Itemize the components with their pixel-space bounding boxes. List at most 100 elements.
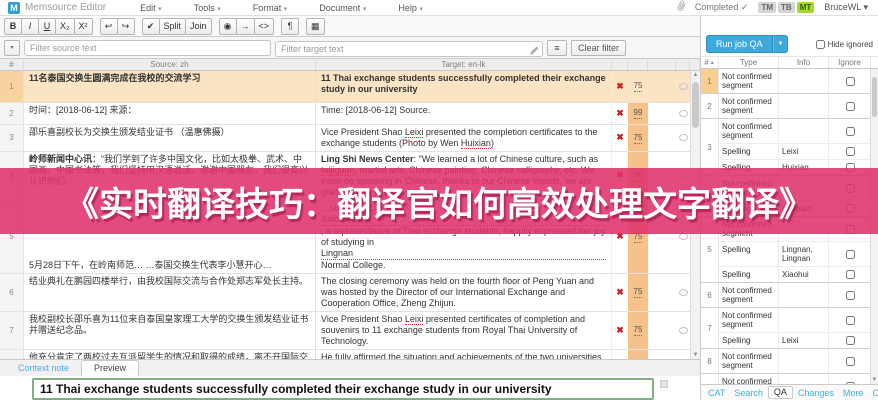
reject-icon[interactable]: ✖ bbox=[616, 108, 624, 119]
ignore-checkbox[interactable] bbox=[845, 290, 855, 300]
source-cell[interactable]: 结业典礼在鹏园四楼举行，由我校国际交流与合作处郑志军处长主持。 bbox=[24, 273, 316, 311]
target-cell[interactable]: 11 Thai exchange students successfully c… bbox=[316, 70, 612, 102]
qa-item[interactable]: Not confirmed segment bbox=[719, 69, 878, 93]
qa-item[interactable]: Not confirmed segment bbox=[719, 308, 878, 333]
tb-badge[interactable]: TB bbox=[778, 2, 795, 13]
qa-type-header[interactable]: Type bbox=[719, 57, 779, 68]
ignore-checkbox[interactable] bbox=[845, 356, 855, 366]
qa-item[interactable]: Not confirmed segment bbox=[719, 283, 878, 307]
hide-ignored-checkbox[interactable] bbox=[815, 39, 825, 49]
ignore-checkbox[interactable] bbox=[845, 315, 855, 325]
qa-item[interactable]: Spelling Leixi bbox=[719, 144, 878, 160]
hide-ignored-toggle[interactable]: Hide ignored bbox=[815, 39, 873, 49]
side-tab-more[interactable]: More bbox=[839, 387, 868, 399]
scroll-down-icon[interactable]: ▼ bbox=[871, 377, 878, 383]
ignore-checkbox[interactable] bbox=[845, 270, 855, 279]
source-cell[interactable]: 他充分肯定了两校过去互派留学生的情况和取得的成绩，离不开国际交流与合作处在搭建两… bbox=[24, 349, 316, 360]
user-menu[interactable]: BruceWL ▾ bbox=[824, 2, 868, 13]
menu-tools[interactable]: Tools ▾ bbox=[194, 3, 221, 13]
comment-icon[interactable] bbox=[678, 134, 688, 141]
tm-badge[interactable]: TM bbox=[758, 2, 777, 13]
split-button[interactable]: Split bbox=[158, 17, 187, 35]
bold-button[interactable]: B bbox=[4, 17, 22, 35]
side-tab-comments[interactable]: Comments bbox=[868, 387, 878, 399]
run-job-qa-button[interactable]: Run job QA ▼ bbox=[706, 35, 789, 53]
ignore-checkbox[interactable] bbox=[845, 249, 855, 259]
layout-button[interactable]: ▦ bbox=[306, 17, 325, 35]
qa-item[interactable]: Not confirmed segment bbox=[719, 374, 878, 384]
qa-item[interactable]: Not confirmed segment bbox=[719, 349, 878, 373]
completed-toggle[interactable]: Completed ✓ bbox=[695, 2, 749, 13]
goto-next-button[interactable]: → bbox=[235, 17, 255, 35]
scroll-down-icon[interactable]: ▼ bbox=[691, 352, 700, 358]
insert-tag-button[interactable]: <> bbox=[253, 17, 275, 35]
reject-icon[interactable]: ✖ bbox=[616, 287, 624, 298]
side-tab-cat[interactable]: CAT bbox=[704, 387, 729, 399]
ignore-checkbox[interactable] bbox=[845, 126, 855, 136]
clear-filter-button[interactable]: Clear filter bbox=[571, 39, 627, 56]
match-score[interactable]: 75 bbox=[633, 132, 643, 144]
ignore-checkbox[interactable] bbox=[845, 147, 855, 156]
source-cell[interactable]: 11名泰国交换生圆满完成在我校的交流学习 bbox=[24, 70, 316, 102]
ignore-checkbox[interactable] bbox=[845, 101, 855, 111]
tab-context-note[interactable]: Context note bbox=[10, 361, 77, 376]
ignore-checkbox[interactable] bbox=[845, 336, 855, 345]
side-tab-search[interactable]: Search bbox=[730, 387, 767, 399]
tab-preview[interactable]: Preview bbox=[81, 360, 140, 378]
comment-icon[interactable] bbox=[678, 82, 688, 90]
redo-button[interactable]: ↪ bbox=[116, 17, 135, 35]
comment-icon[interactable] bbox=[678, 109, 688, 117]
qa-item[interactable]: Spelling Leixi bbox=[719, 333, 878, 348]
target-cell[interactable]: Vice President Shao Leixi presented the … bbox=[316, 124, 612, 151]
side-tab-qa[interactable]: QA bbox=[767, 386, 793, 399]
source-filter-input[interactable] bbox=[24, 39, 271, 56]
italic-button[interactable]: I bbox=[21, 17, 39, 35]
source-cell[interactable]: 我校副校长邵乐喜为11位来自泰国皇家理工大学的交换生颁发结业证书并赠送纪念品。 bbox=[24, 311, 316, 349]
target-cell[interactable]: Vice President Shao Leixi presented cert… bbox=[316, 311, 612, 349]
ignore-checkbox[interactable] bbox=[845, 381, 855, 384]
qa-num-header[interactable]: # ▲ bbox=[701, 57, 719, 68]
menu-format[interactable]: Format ▾ bbox=[253, 3, 288, 13]
reject-icon[interactable]: ✖ bbox=[616, 325, 624, 336]
target-filter-input[interactable] bbox=[275, 40, 543, 57]
join-button[interactable]: Join bbox=[185, 17, 212, 35]
confirm-segment-button[interactable]: ✔ bbox=[141, 17, 160, 35]
filter-options-dropdown[interactable]: ▾ bbox=[4, 39, 20, 56]
underline-button[interactable]: U bbox=[38, 17, 56, 35]
reject-icon[interactable]: ✖ bbox=[616, 81, 624, 92]
mt-badge[interactable]: MT bbox=[796, 2, 815, 13]
scroll-up-icon[interactable]: ▲ bbox=[691, 72, 700, 78]
ignore-checkbox[interactable] bbox=[845, 76, 855, 86]
side-tab-changes[interactable]: Changes bbox=[794, 387, 838, 399]
menu-help[interactable]: Help ▾ bbox=[398, 3, 423, 13]
target-cell[interactable]: The closing ceremony was held on the fou… bbox=[316, 273, 612, 311]
source-cell[interactable]: 时间：[2018-06-12] 来源： bbox=[24, 102, 316, 124]
subscript-button[interactable]: X₂ bbox=[55, 17, 75, 35]
qa-item[interactable]: Spelling Lingnan, Lingnan bbox=[719, 242, 878, 267]
menu-document[interactable]: Document ▾ bbox=[319, 3, 366, 13]
resize-handle[interactable] bbox=[660, 380, 668, 389]
attachment-icon[interactable] bbox=[672, 0, 688, 18]
qa-ignore-header[interactable]: Ignore bbox=[829, 57, 871, 68]
scrollbar-thumb[interactable] bbox=[872, 77, 877, 117]
show-whitespace-button[interactable]: ¶ bbox=[281, 17, 300, 35]
comment-icon[interactable] bbox=[678, 233, 688, 240]
run-qa-dropdown[interactable]: ▼ bbox=[772, 35, 789, 53]
comment-icon[interactable] bbox=[678, 288, 688, 296]
match-score[interactable]: 75 bbox=[633, 324, 643, 336]
qa-info-header[interactable]: Info bbox=[779, 57, 829, 68]
target-cell[interactable]: He fully affirmed the situation and achi… bbox=[316, 349, 612, 360]
undo-button[interactable]: ↩ bbox=[99, 17, 118, 35]
match-score[interactable]: 75 bbox=[633, 80, 643, 92]
target-cell[interactable]: Time: [2018-06-12] Source. bbox=[316, 102, 612, 124]
menu-edit[interactable]: Edit ▾ bbox=[140, 3, 162, 13]
reject-icon[interactable]: ✖ bbox=[616, 132, 624, 143]
segment-list-button[interactable]: ≡ bbox=[547, 39, 567, 56]
scrollbar-thumb[interactable] bbox=[692, 81, 699, 128]
qa-item[interactable]: Spelling Xiaohui bbox=[719, 267, 878, 282]
source-cell[interactable]: 邵乐喜副校长为交换生颁发结业证书 （温惠佛摄） bbox=[24, 124, 316, 151]
match-score[interactable]: 75 bbox=[633, 286, 643, 298]
comment-icon[interactable] bbox=[678, 326, 688, 334]
qa-item[interactable]: Not confirmed segment bbox=[719, 94, 878, 118]
settings-icon[interactable]: ◉ bbox=[218, 17, 237, 35]
